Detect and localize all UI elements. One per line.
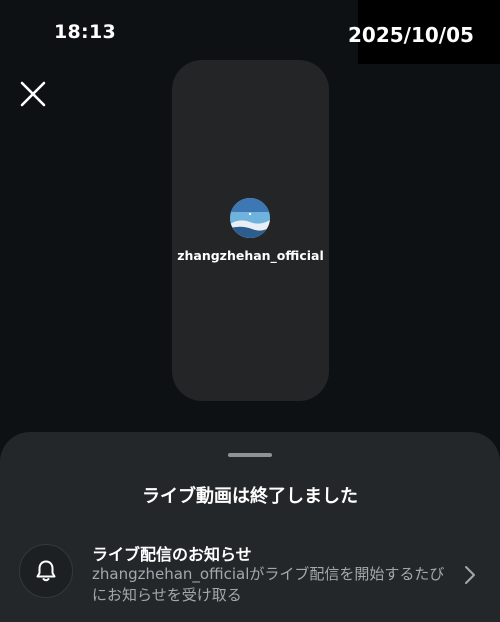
- avatar-image: [230, 198, 270, 238]
- status-date: 2025/10/05: [348, 23, 474, 47]
- sheet-drag-handle[interactable]: [228, 453, 272, 457]
- notification-description: zhangzhehan_officialがライブ配信を開始するたびにお知らせを受…: [92, 564, 452, 606]
- bell-icon-container: [19, 544, 73, 598]
- status-date-box: 2025/10/05: [348, 0, 500, 64]
- bell-icon: [36, 560, 56, 582]
- close-icon: [20, 81, 46, 107]
- status-time: 18:13: [54, 21, 116, 43]
- sheet-title: ライブ動画は終了しました: [142, 486, 358, 507]
- close-button[interactable]: [18, 79, 48, 109]
- chevron-right-icon: [465, 566, 475, 584]
- notification-title: ライブ配信のお知らせ: [92, 545, 252, 564]
- live-ended-screen: 18:13 2025/10/05 zhangzhehan_official ライ…: [0, 0, 500, 622]
- bottom-sheet: ライブ動画は終了しました ライブ配信のお知らせ zhangzhehan_offi…: [0, 432, 500, 622]
- avatar[interactable]: [230, 198, 270, 238]
- live-notification-option[interactable]: ライブ配信のお知らせ zhangzhehan_officialがライブ配信を開始…: [0, 536, 500, 622]
- notification-username: zhangzhehan_official: [92, 565, 250, 583]
- preview-username: zhangzhehan_official: [177, 248, 324, 263]
- live-preview-card: zhangzhehan_official: [172, 60, 329, 401]
